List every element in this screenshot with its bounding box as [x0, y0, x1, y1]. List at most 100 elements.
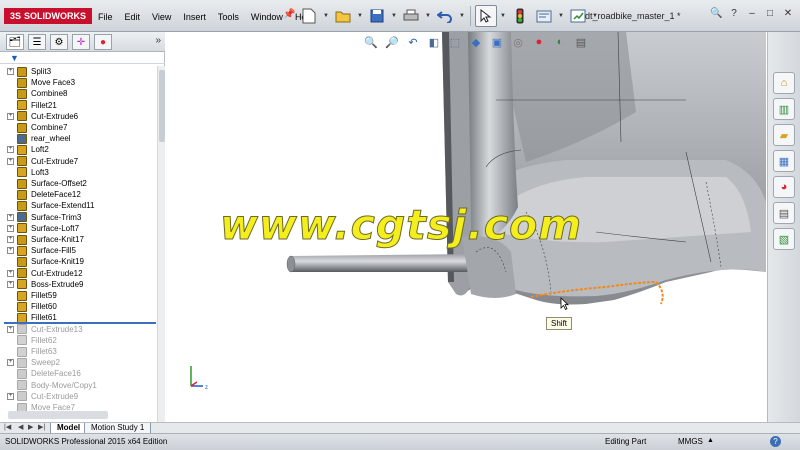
tree-vertical-scrollbar[interactable]	[157, 66, 165, 442]
previous-view-icon[interactable]: ↶	[405, 34, 421, 50]
tree-item[interactable]: Fillet60	[0, 301, 156, 312]
zoom-to-fit-icon[interactable]: 🔍	[363, 34, 379, 50]
expand-icon[interactable]: +	[7, 213, 14, 221]
dynamic-annotation-icon[interactable]: ⬚	[447, 34, 463, 50]
undo-icon[interactable]	[434, 5, 456, 27]
expand-icon[interactable]: +	[7, 280, 14, 288]
first-tab-arrow-icon[interactable]: |◀	[4, 423, 11, 433]
view-settings-icon[interactable]: ▤	[573, 34, 589, 50]
expand-icon[interactable]: +	[7, 157, 14, 165]
expand-icon[interactable]: +	[7, 325, 14, 333]
tree-horizontal-scrollbar[interactable]	[8, 411, 108, 419]
menu-file[interactable]: File	[92, 10, 119, 24]
save-dropdown-icon[interactable]: ▼	[390, 5, 398, 27]
save-icon[interactable]	[366, 5, 388, 27]
select-cursor-icon[interactable]	[475, 5, 497, 27]
menu-view[interactable]: View	[146, 10, 177, 24]
tree-item[interactable]: + Boss-Extrude9	[0, 279, 156, 290]
filter-icon[interactable]: ▼	[10, 53, 19, 63]
tree-item[interactable]: Surface-Extend11	[0, 200, 156, 211]
prev-tab-arrow-icon[interactable]: ◀	[18, 423, 23, 433]
rollback-bar[interactable]	[4, 322, 156, 324]
tree-item[interactable]: + Cut-Extrude12	[0, 268, 156, 279]
property-manager-tab[interactable]: ☰	[28, 34, 46, 50]
search-icon[interactable]: 🔍	[710, 8, 722, 20]
quick-tips-icon[interactable]: ?	[770, 436, 781, 447]
expand-icon[interactable]: +	[7, 224, 14, 232]
view-orientation-icon[interactable]: ◆	[468, 34, 484, 50]
tree-item[interactable]: + Surface-Trim3	[0, 212, 156, 223]
units-selector[interactable]: MMGS	[678, 437, 703, 446]
restore-icon[interactable]: □	[764, 8, 776, 20]
tree-item[interactable]: + Loft2	[0, 144, 156, 155]
hide-show-items-icon[interactable]: ◎	[510, 34, 526, 50]
print-dropdown-icon[interactable]: ▼	[424, 5, 432, 27]
undo-dropdown-icon[interactable]: ▼	[458, 5, 466, 27]
graphics-area[interactable]: 🔍 🔎 ↶ ◧ ⬚ ◆ ▣ ◎ ● ◐ ▤ www.cgtsj.com Shif…	[166, 32, 766, 422]
pin-menu-icon[interactable]: 📌	[283, 9, 295, 20]
expand-icon[interactable]: +	[7, 247, 14, 255]
tree-item[interactable]: Fillet21	[0, 100, 156, 111]
tree-item[interactable]: + Cut-Extrude9	[0, 391, 156, 402]
tree-item[interactable]: + Surface-Fill5	[0, 245, 156, 256]
display-manager-tab[interactable]: ●	[94, 34, 112, 50]
new-document-icon[interactable]	[298, 5, 320, 27]
scrollbar-thumb[interactable]	[159, 70, 165, 142]
last-tab-arrow-icon[interactable]: ▶|	[38, 423, 45, 433]
menu-edit[interactable]: Edit	[119, 10, 147, 24]
appearances-tab[interactable]: ◕	[773, 176, 795, 198]
expand-icon[interactable]: +	[7, 68, 14, 76]
rebuild-traffic-light-icon[interactable]	[509, 5, 531, 27]
tree-item[interactable]: DeleteFace16	[0, 368, 156, 379]
tree-item[interactable]: Body-Move/Copy1	[0, 380, 156, 391]
open-folder-icon[interactable]	[332, 5, 354, 27]
edit-appearance-icon[interactable]: ●	[531, 34, 547, 50]
minimize-icon[interactable]: –	[746, 8, 758, 20]
expand-icon[interactable]: +	[7, 112, 14, 120]
view-palette-tab[interactable]: ▦	[773, 150, 795, 172]
tree-item[interactable]: Surface-Offset2	[0, 178, 156, 189]
close-icon[interactable]: ✕	[782, 8, 794, 20]
design-library-tab[interactable]: ▥	[773, 98, 795, 120]
tree-item[interactable]: Combine8	[0, 88, 156, 99]
help-icon[interactable]: ?	[728, 8, 740, 20]
section-view-icon[interactable]: ◧	[426, 34, 442, 50]
expand-icon[interactable]: +	[7, 392, 14, 400]
select-dropdown-icon[interactable]: ▼	[499, 5, 507, 27]
display-style-icon[interactable]: ▣	[489, 34, 505, 50]
units-dropdown-icon[interactable]: ▲	[707, 437, 714, 444]
file-explorer-tab[interactable]: ▰	[773, 124, 795, 146]
expand-panel-icon[interactable]: »	[155, 35, 161, 46]
expand-icon[interactable]: +	[7, 146, 14, 154]
tree-item[interactable]: + Cut-Extrude13	[0, 324, 156, 335]
forum-tab[interactable]: ▧	[773, 228, 795, 250]
print-icon[interactable]	[400, 5, 422, 27]
tree-item[interactable]: Fillet63	[0, 346, 156, 357]
menu-tools[interactable]: Tools	[212, 10, 245, 24]
custom-properties-tab[interactable]: ▤	[773, 202, 795, 224]
dimxpert-manager-tab[interactable]: ✛	[72, 34, 90, 50]
tree-item[interactable]: Move Face3	[0, 77, 156, 88]
tree-item[interactable]: + Cut-Extrude6	[0, 111, 156, 122]
tree-item[interactable]: + Cut-Extrude7	[0, 156, 156, 167]
tree-item[interactable]: Fillet62	[0, 335, 156, 346]
properties-dropdown-icon[interactable]: ▼	[557, 5, 565, 27]
next-tab-arrow-icon[interactable]: ▶	[28, 423, 33, 433]
file-properties-icon[interactable]	[533, 5, 555, 27]
apply-scene-icon[interactable]: ◐	[552, 34, 568, 50]
zoom-to-area-icon[interactable]: 🔎	[384, 34, 400, 50]
feature-manager-tab[interactable]: 🗂	[6, 34, 24, 50]
solidworks-logo[interactable]: 3S SOLIDWORKS	[4, 8, 93, 24]
tree-item[interactable]: DeleteFace12	[0, 189, 156, 200]
tree-item[interactable]: Loft3	[0, 167, 156, 178]
expand-icon[interactable]: +	[7, 236, 14, 244]
tree-item[interactable]: Fillet59	[0, 290, 156, 301]
solidworks-resources-tab[interactable]: ⌂	[773, 72, 795, 94]
tree-item[interactable]: Combine7	[0, 122, 156, 133]
open-dropdown-icon[interactable]: ▼	[356, 5, 364, 27]
configuration-manager-tab[interactable]: ⚙	[50, 34, 68, 50]
tree-item[interactable]: rear_wheel	[0, 133, 156, 144]
tree-item[interactable]: + Sweep2	[0, 357, 156, 368]
expand-icon[interactable]: +	[7, 269, 14, 277]
tree-item[interactable]: + Surface-Loft7	[0, 223, 156, 234]
